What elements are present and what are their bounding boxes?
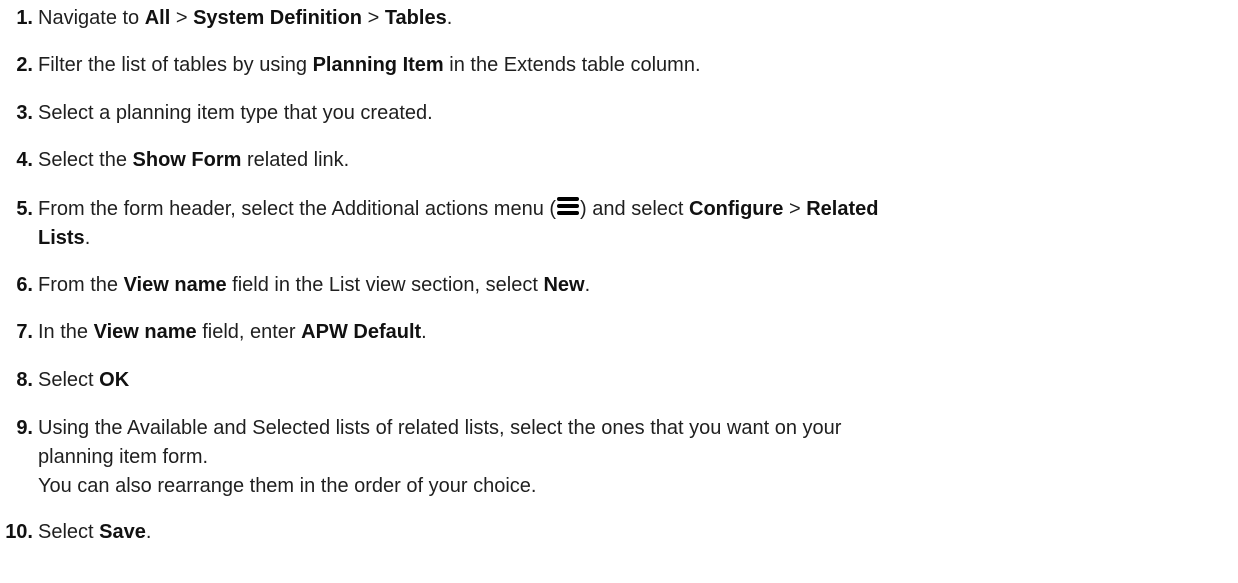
ui-term-related: Related [806, 198, 879, 220]
ui-term-planning-item: Planning Item [312, 54, 444, 76]
ui-term-lists: Lists [38, 227, 85, 249]
step-number: 7. [16, 321, 33, 343]
ui-term-view-name: View name [123, 274, 227, 296]
ui-term-tables: Tables [384, 7, 447, 29]
step-text: Select the Show Form related link. [38, 149, 350, 171]
step-number: 3. [16, 102, 33, 124]
step-text: From the View name field in the List vie… [38, 274, 591, 296]
step-text: Filter the list of tables by using Plann… [38, 54, 701, 76]
step-number: 4. [16, 149, 33, 171]
step-text: In the View name field, enter APW Defaul… [38, 321, 427, 343]
ui-term-system-definition: System Definition [193, 7, 363, 29]
step-number: 1. [16, 7, 33, 29]
ui-term-save: Save [99, 521, 146, 543]
step-number: 8. [16, 369, 33, 391]
step-text: From the form header, select the Additio… [38, 197, 879, 249]
ui-term-show-form: Show Form [132, 149, 242, 171]
step-text: Select a planning item type that you cre… [38, 102, 433, 124]
hamburger-menu-icon [557, 197, 580, 217]
step-number: 9. [16, 417, 33, 439]
ui-term-view-name: View name [93, 321, 197, 343]
step-number: 2. [16, 54, 33, 76]
ui-term-apw-default: APW Default [301, 321, 422, 343]
step-text: Navigate to All > System Definition > Ta… [38, 7, 453, 29]
step-text: Using the Available and Selected lists o… [38, 417, 842, 497]
step-number: 6. [16, 274, 33, 296]
ui-term-configure: Configure [689, 198, 784, 220]
ui-term-all: All [144, 7, 171, 29]
step-number: 5. [16, 198, 33, 220]
step-number: 10. [5, 521, 33, 543]
ui-term-ok: OK [99, 369, 130, 391]
step-text: Select OK [38, 369, 130, 391]
ui-term-new: New [543, 274, 585, 296]
step-text: Select Save. [38, 521, 152, 543]
